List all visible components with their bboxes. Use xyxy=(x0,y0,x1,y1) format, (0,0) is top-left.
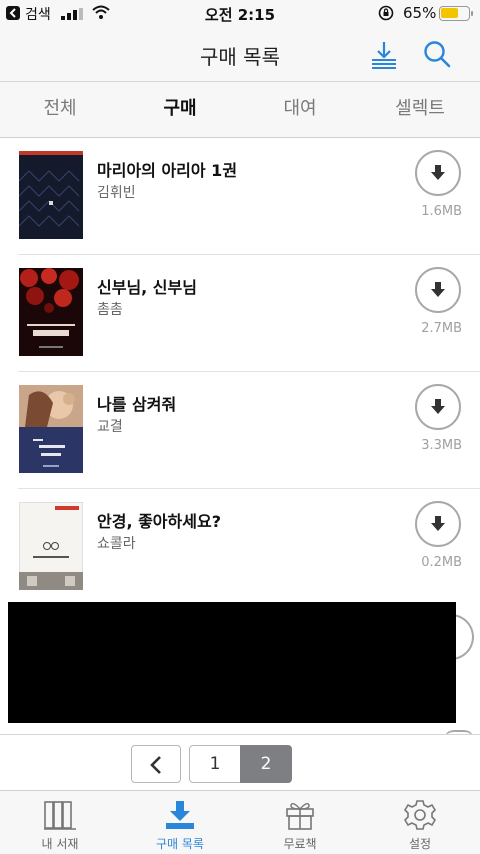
file-size: 1.6MB xyxy=(421,204,462,219)
battery-tip xyxy=(471,11,473,16)
app-header: 구매 목록 xyxy=(0,28,480,82)
file-size: 2.7MB xyxy=(421,321,462,336)
pagination: 1 2 xyxy=(0,734,480,790)
download-arrow-icon xyxy=(431,399,445,414)
download-button[interactable] xyxy=(415,501,461,547)
book-cover-image[interactable] xyxy=(19,268,83,356)
download-tray-icon xyxy=(166,801,194,829)
page-title: 구매 목록 xyxy=(200,45,280,69)
battery-icon xyxy=(439,6,470,21)
nav-purchase-list[interactable]: 구매 목록 xyxy=(120,791,240,854)
book-item[interactable]: 안경, 좋아하세요? 쇼콜라 0.2MB xyxy=(18,489,480,606)
chevron-left-icon xyxy=(150,756,161,774)
bottom-nav: 내 서재 구매 목록 무료책 설정 xyxy=(0,790,480,854)
file-size: 3.3MB xyxy=(421,438,462,453)
tab-rental[interactable]: 대여 xyxy=(240,82,360,137)
download-button[interactable] xyxy=(415,384,461,430)
book-cover-image[interactable] xyxy=(19,151,83,239)
book-author: 촘촘 xyxy=(97,302,123,318)
prev-page-button[interactable] xyxy=(131,745,181,783)
nav-label: 내 서재 xyxy=(41,837,79,851)
file-size: 0.2MB xyxy=(421,555,462,570)
book-item[interactable]: 신부님, 신부님 촘촘 2.7MB xyxy=(18,255,480,372)
book-author: 교결 xyxy=(97,419,123,435)
book-author: 쇼콜라 xyxy=(97,536,136,552)
nav-label: 구매 목록 xyxy=(156,837,204,851)
nav-label: 설정 xyxy=(408,837,432,851)
book-title[interactable]: 안경, 좋아하세요? xyxy=(97,508,221,532)
book-author: 김휘빈 xyxy=(97,185,136,201)
book-item[interactable]: 마리아의 아리아 1권 김휘빈 1.6MB xyxy=(18,138,480,255)
book-title[interactable]: 나를 삼켜줘 xyxy=(97,391,176,415)
download-button[interactable] xyxy=(415,267,461,313)
nav-settings[interactable]: 설정 xyxy=(360,791,480,854)
orientation-lock-icon xyxy=(378,5,394,21)
gear-icon xyxy=(403,800,437,830)
bookshelf-icon xyxy=(44,801,76,830)
book-cover-image[interactable] xyxy=(19,502,83,590)
filter-tabs: 전체 구매 대여 셀렉트 xyxy=(0,82,480,138)
redacted-region xyxy=(8,602,456,723)
page-button-1[interactable]: 1 xyxy=(189,745,241,783)
gift-icon xyxy=(286,802,314,830)
battery-percent: 65% xyxy=(403,4,437,22)
download-button[interactable] xyxy=(415,150,461,196)
book-title[interactable]: 신부님, 신부님 xyxy=(97,274,197,298)
status-bar: 검색 오전 2:15 65% xyxy=(0,0,480,28)
download-arrow-icon xyxy=(431,516,445,531)
nav-label: 무료책 xyxy=(283,837,317,851)
book-cover-image[interactable] xyxy=(19,385,83,473)
nav-my-library[interactable]: 내 서재 xyxy=(0,791,120,854)
tab-all[interactable]: 전체 xyxy=(0,82,120,137)
purchase-list: 마리아의 아리아 1권 김휘빈 1.6MB 신부님, 신부님 촘촘 2.7MB xyxy=(0,138,480,606)
search-icon[interactable] xyxy=(423,40,451,68)
nav-free-books[interactable]: 무료책 xyxy=(240,791,360,854)
page-button-2[interactable]: 2 xyxy=(240,745,292,783)
book-item[interactable]: 나를 삼켜줘 교결 3.3MB xyxy=(18,372,480,489)
tab-purchase[interactable]: 구매 xyxy=(120,82,240,137)
download-arrow-icon xyxy=(431,165,445,180)
download-all-icon[interactable] xyxy=(371,41,397,69)
book-title[interactable]: 마리아의 아리아 1권 xyxy=(97,157,237,181)
download-arrow-icon xyxy=(431,282,445,297)
tab-select[interactable]: 셀렉트 xyxy=(360,82,480,137)
